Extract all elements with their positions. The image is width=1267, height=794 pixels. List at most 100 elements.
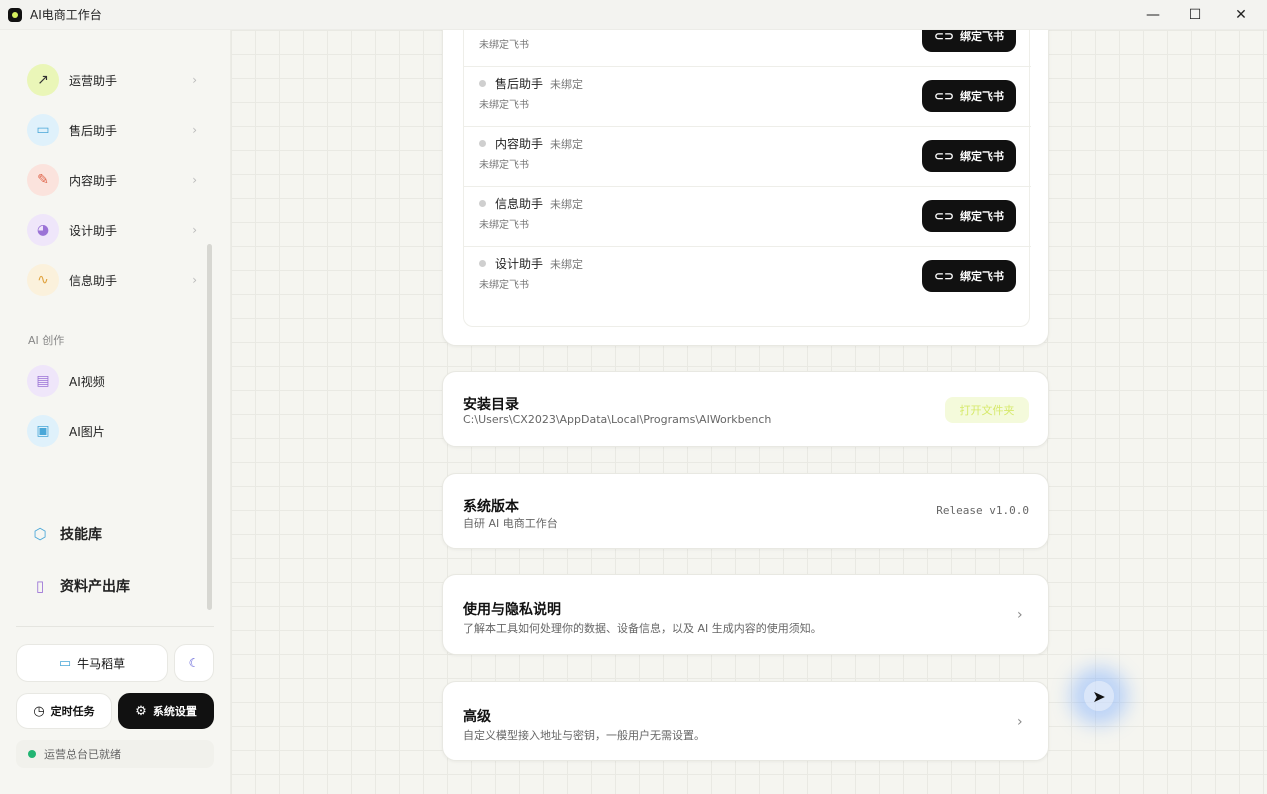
bind-feishu-button[interactable]: ⊂⊃ 绑定飞书	[922, 30, 1016, 52]
gear-icon: ⚙	[135, 703, 147, 719]
bind-feishu-button[interactable]: ⊂⊃ 绑定飞书	[922, 140, 1016, 172]
link-icon: ⊂⊃	[933, 89, 955, 103]
link-icon: ⊂⊃	[933, 209, 955, 223]
bind-status: 未绑定	[550, 198, 583, 211]
sidebar-divider	[16, 626, 214, 627]
image-icon: ▣	[27, 415, 59, 447]
version-card: 系统版本 自研 AI 电商工作台 Release v1.0.0	[442, 473, 1049, 549]
pulse-icon: ∿	[27, 264, 59, 296]
bind-feishu-button[interactable]: ⊂⊃ 绑定飞书	[922, 200, 1016, 232]
sidebar-item[interactable]: ✎ 内容助手 ›	[27, 163, 197, 197]
cube-icon: ⬡	[33, 525, 47, 543]
library-item[interactable]: ⬡ 技能库	[30, 522, 102, 546]
bind-status: 未绑定	[550, 138, 583, 151]
sidebar-item[interactable]: ↗ 运营助手 ›	[27, 63, 197, 97]
chat-icon: ▭	[27, 114, 59, 146]
title-bar: AI电商工作台 — ☐ ✕	[0, 0, 1267, 30]
draft-button[interactable]: ▭ 牛马稻草	[16, 644, 168, 682]
sidebar-item[interactable]: ▭ 售后助手 ›	[27, 113, 197, 147]
sidebar-item-label: 运营助手	[69, 73, 118, 88]
link-icon: ⊂⊃	[933, 149, 955, 163]
list-item: 内容助手 未绑定 未绑定飞书 ⊂⊃ 绑定飞书	[464, 127, 1031, 187]
bind-list: 运营助手未绑定未绑定飞书⊂⊃绑定飞书售后助手未绑定未绑定飞书⊂⊃绑定飞书内容助手…	[463, 30, 1031, 327]
version-title: 系统版本	[463, 499, 519, 515]
wallet-icon: ▭	[58, 655, 72, 671]
sidebar-scrollbar[interactable]	[207, 244, 212, 610]
close-button[interactable]: ✕	[1218, 0, 1264, 30]
scheduled-task-button[interactable]: ◷ 定时任务	[16, 693, 112, 729]
sidebar-item-label: AI视频	[69, 374, 105, 389]
install-dir-card: 安装目录 C:\Users\CX2023\AppData\Local\Progr…	[442, 371, 1049, 447]
system-settings-label: 系统设置	[152, 705, 197, 718]
install-dir-path: C:\Users\CX2023\AppData\Local\Programs\A…	[463, 413, 772, 426]
bind-feishu-button[interactable]: ⊂⊃ 绑定飞书	[922, 80, 1016, 112]
bind-status: 未绑定	[550, 30, 583, 32]
library-item-label: 技能库	[60, 527, 102, 543]
list-item: 信息助手 未绑定未绑定飞书 ⊂⊃ 绑定飞书	[464, 187, 1031, 247]
sidebar-item-label: 内容助手	[69, 173, 118, 188]
chevron-right-icon: ›	[192, 173, 197, 187]
library-item-label: 资料产出库	[60, 579, 130, 595]
sidebar-item[interactable]: ▣ AI图片	[27, 414, 197, 448]
chevron-right-icon: ›	[192, 223, 197, 237]
chevron-right-icon: ›	[1017, 607, 1023, 623]
version-subtitle: 自研 AI 电商工作台	[463, 517, 558, 530]
bind-feishu-label: 绑定飞书	[960, 30, 1005, 43]
clock-icon: ◷	[33, 703, 45, 719]
sidebar-item-label: 信息助手	[69, 273, 118, 288]
draft-button-label: 牛马稻草	[77, 656, 126, 671]
list-item: 运营助手 未绑定未绑定飞书 ⊂⊃ 绑定飞书	[464, 30, 1031, 67]
bind-feishu-button[interactable]: ⊂⊃ 绑定飞书	[922, 260, 1016, 292]
privacy-card[interactable]: 使用与隐私说明 了解本工具如何处理你的数据、设备信息，以及 AI 生成内容的使用…	[442, 574, 1049, 655]
send-fab-button[interactable]: ➤	[1084, 681, 1114, 711]
film-icon: ▤	[27, 365, 59, 397]
assistant-name: 设计助手	[495, 257, 544, 271]
trend-icon: ↗	[27, 64, 59, 96]
bind-feishu-label: 绑定飞书	[960, 270, 1005, 283]
library-item[interactable]: ▯ 资料产出库	[30, 574, 130, 598]
chevron-right-icon: ›	[192, 273, 197, 287]
section-label-ai-creation: AI 创作	[28, 334, 65, 347]
assistant-name: 信息助手	[495, 197, 544, 211]
assistant-name: 运营助手	[495, 30, 543, 32]
chevron-right-icon: ›	[1017, 714, 1023, 730]
list-item: 售后助手 未绑定 未绑定飞书 ⊂⊃ 绑定飞书	[464, 67, 1031, 127]
chevron-right-icon: ›	[192, 73, 197, 87]
send-icon: ➤	[1092, 686, 1106, 706]
app-logo-icon	[8, 7, 22, 22]
minimize-button[interactable]: —	[1130, 0, 1176, 30]
palette-icon: ◕	[27, 214, 59, 246]
bind-subtext: 未绑定飞书	[479, 280, 529, 291]
advanced-card[interactable]: 高级 自定义模型接入地址与密钥，一般用户无需设置。 ›	[442, 681, 1049, 761]
sidebar-item[interactable]: ∿ 信息助手 ›	[27, 263, 197, 297]
bind-feishu-label: 绑定飞书	[960, 150, 1005, 163]
sidebar-item[interactable]: ▤ AI视频	[27, 364, 197, 398]
status-bar: 运营总台已就绪	[16, 740, 214, 768]
bind-subtext: 未绑定飞书	[479, 40, 529, 51]
version-value: Release v1.0.0	[936, 504, 1029, 517]
feishu-bind-card: 运营助手未绑定未绑定飞书⊂⊃绑定飞书售后助手未绑定未绑定飞书⊂⊃绑定飞书内容助手…	[442, 30, 1049, 346]
sidebar-item-label: 售后助手	[69, 123, 118, 138]
maximize-button[interactable]: ☐	[1172, 0, 1218, 30]
privacy-title: 使用与隐私说明	[463, 602, 561, 618]
sidebar-item[interactable]: ◕ 设计助手 ›	[27, 213, 197, 247]
list-item: 设计助手 未绑定 未绑定飞书 ⊂⊃ 绑定飞书	[464, 247, 1031, 307]
theme-toggle-button[interactable]: ☾	[174, 644, 214, 682]
bind-subtext: 未绑定飞书	[479, 160, 529, 171]
scheduled-task-label: 定时任务	[50, 705, 95, 718]
system-settings-button[interactable]: ⚙ 系统设置	[118, 693, 214, 729]
bind-subtext: 未绑定飞书	[479, 100, 529, 111]
bind-subtext: 未绑定飞书	[479, 220, 529, 231]
status-dot	[479, 260, 486, 267]
main-content: 运营助手未绑定未绑定飞书⊂⊃绑定飞书售后助手未绑定未绑定飞书⊂⊃绑定飞书内容助手…	[231, 30, 1267, 794]
bind-feishu-label: 绑定飞书	[960, 90, 1005, 103]
bind-status: 未绑定	[550, 78, 583, 91]
link-icon: ⊂⊃	[933, 30, 955, 43]
install-dir-title: 安装目录	[463, 397, 519, 413]
pen-icon: ✎	[27, 164, 59, 196]
moon-icon: ☾	[188, 656, 200, 670]
window-title: AI电商工作台	[30, 8, 102, 22]
sidebar-item-label: 设计助手	[69, 223, 118, 238]
sidebar-item-label: AI图片	[69, 424, 105, 439]
open-folder-button[interactable]: 打开文件夹	[945, 397, 1029, 423]
